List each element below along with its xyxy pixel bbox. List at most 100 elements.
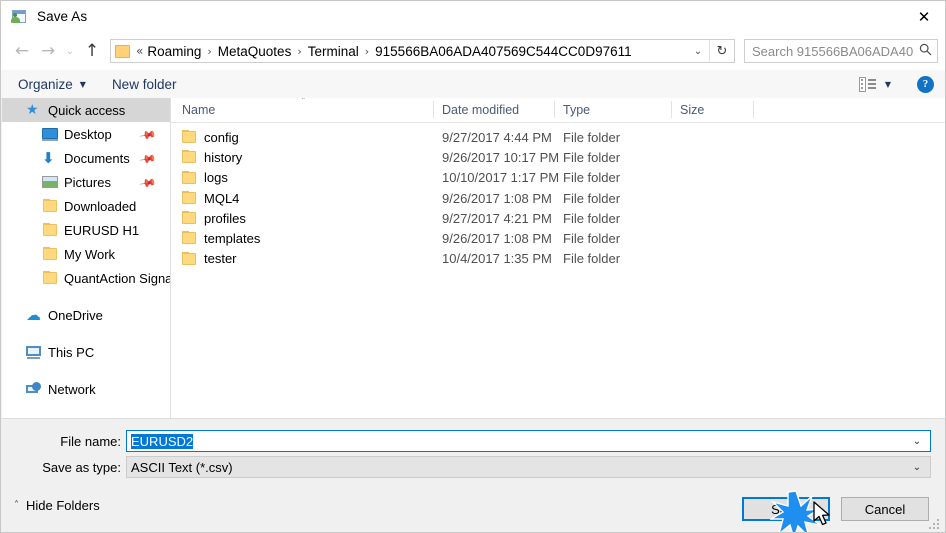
folder-icon — [182, 150, 197, 164]
chevron-right-icon: › — [364, 44, 370, 58]
save-as-type-label: Save as type: — [42, 459, 121, 475]
chevron-up-icon: ˄ — [14, 499, 19, 511]
folder-icon — [42, 222, 58, 238]
date-modified-cell: 9/26/2017 10:17 PM — [442, 149, 560, 165]
sidebar-item-quantaction-signal[interactable]: QuantAction Signal — [2, 266, 170, 290]
column-divider[interactable] — [671, 101, 672, 118]
chevron-down-icon[interactable]: ⌄ — [904, 462, 930, 473]
organize-button[interactable]: Organize ▼ — [11, 71, 93, 97]
change-view-icon[interactable] — [858, 76, 876, 92]
file-name-cell: profiles — [204, 210, 246, 226]
navigation-bar: ← → ⌄ ↑ « Roaming › MetaQuotes › Termina… — [1, 32, 945, 70]
column-divider[interactable] — [433, 101, 434, 118]
organize-label: Organize — [18, 76, 73, 92]
back-button[interactable]: ← — [9, 38, 35, 64]
new-folder-button[interactable]: New folder — [105, 71, 184, 97]
file-name-cell: templates — [204, 231, 261, 247]
sidebar-item-label: Quick access — [48, 102, 126, 118]
help-button[interactable]: ? — [917, 75, 934, 93]
folder-icon — [182, 231, 197, 245]
computer-icon — [26, 344, 42, 360]
sidebar-item-pictures[interactable]: Pictures 📌 — [2, 170, 170, 194]
sidebar-item-this-pc[interactable]: This PC — [2, 340, 170, 364]
column-divider[interactable] — [554, 101, 555, 118]
file-name-cell: history — [204, 149, 243, 165]
search-placeholder: Search 915566BA06ADA40756... — [752, 43, 913, 59]
save-as-type-row: Save as type: ASCII Text (*.csv) ⌄ — [2, 456, 945, 478]
sidebar-item-quick-access[interactable]: ★ Quick access — [2, 98, 170, 122]
recent-locations-icon[interactable]: ⌄ — [61, 38, 79, 64]
column-header-date-modified[interactable]: Date modified — [442, 98, 519, 121]
resize-grip[interactable] — [929, 517, 941, 529]
sidebar-item-label: Documents — [64, 150, 130, 166]
sidebar-item-network[interactable]: Network — [2, 377, 170, 401]
table-row[interactable]: logs 10/10/2017 1:17 PM File folder — [171, 168, 945, 188]
table-row[interactable]: config 9/27/2017 4:44 PM File folder — [171, 127, 945, 147]
file-name-label: File name: — [60, 433, 121, 449]
table-row[interactable]: history 9/26/2017 10:17 PM File folder — [171, 147, 945, 167]
file-name-input[interactable]: EURUSD2 ⌄ — [126, 430, 931, 452]
pin-icon[interactable]: 📌 — [138, 126, 157, 145]
desktop-icon — [42, 126, 58, 142]
column-header-size[interactable]: Size — [680, 98, 704, 121]
sidebar-item-label: Desktop — [64, 126, 112, 142]
search-input[interactable]: Search 915566BA06ADA40756... — [744, 39, 938, 63]
hide-folders-button[interactable]: ˄ Hide Folders — [14, 494, 100, 516]
navigation-pane[interactable]: ★ Quick access Desktop 📌 ⬇ Documents 📌 P… — [2, 98, 170, 418]
sidebar-item-downloaded[interactable]: Downloaded — [2, 194, 170, 218]
sidebar-item-documents[interactable]: ⬇ Documents 📌 — [2, 146, 170, 170]
folder-icon — [182, 190, 197, 205]
folder-icon — [42, 198, 58, 214]
column-header-name[interactable]: Name — [182, 98, 215, 121]
save-form: File name: EURUSD2 ⌄ Save as type: ASCII… — [2, 418, 945, 493]
window-title: Save As — [37, 9, 88, 24]
up-button[interactable]: ↑ — [79, 38, 105, 64]
view-chevron-down-icon[interactable]: ▼ — [885, 80, 891, 89]
sort-ascending-icon: ˄ — [301, 98, 306, 107]
table-row[interactable]: templates 9/26/2017 1:08 PM File folder — [171, 228, 945, 248]
breadcrumb-terminal[interactable]: Terminal — [308, 44, 359, 59]
documents-download-icon: ⬇ — [42, 149, 55, 167]
sidebar-item-onedrive[interactable]: ☁ OneDrive — [2, 303, 170, 327]
hide-folders-label: Hide Folders — [26, 497, 100, 513]
save-button[interactable]: Save — [742, 497, 830, 521]
table-row[interactable]: tester 10/4/2017 1:35 PM File folder — [171, 249, 945, 269]
save-as-type-select[interactable]: ASCII Text (*.csv) ⌄ — [126, 456, 931, 478]
chevron-right-icon: › — [207, 44, 212, 58]
type-cell: File folder — [563, 190, 621, 206]
file-name-row: File name: EURUSD2 ⌄ — [2, 430, 945, 452]
command-bar-right: ▼ ? — [858, 75, 934, 93]
pin-icon[interactable]: 📌 — [138, 150, 157, 169]
column-header-type[interactable]: Type — [563, 98, 590, 121]
date-modified-cell: 9/26/2017 1:08 PM — [442, 190, 552, 206]
type-cell: File folder — [563, 149, 621, 165]
forward-button[interactable]: → — [35, 38, 61, 64]
address-bar[interactable]: « Roaming › MetaQuotes › Terminal › 9155… — [110, 39, 735, 63]
address-dropdown-icon[interactable]: ⌄ — [687, 46, 709, 57]
table-row[interactable]: MQL4 9/26/2017 1:08 PM File folder — [171, 188, 945, 208]
breadcrumb-metaquotes[interactable]: MetaQuotes — [218, 44, 292, 59]
breadcrumb-current-folder[interactable]: 915566BA06ADA407569C544CC0D97611 — [375, 44, 631, 59]
pin-icon[interactable]: 📌 — [138, 174, 157, 193]
type-cell: File folder — [563, 210, 621, 226]
cancel-button[interactable]: Cancel — [841, 497, 929, 521]
sidebar-item-label: EURUSD H1 — [64, 222, 140, 238]
breadcrumb-roaming[interactable]: Roaming — [147, 44, 201, 59]
close-icon[interactable]: ✕ — [901, 1, 945, 32]
sidebar-item-eurusd-h1[interactable]: EURUSD H1 — [2, 218, 170, 242]
refresh-icon[interactable]: ↻ — [710, 44, 734, 59]
save-as-type-value: ASCII Text (*.csv) — [131, 459, 233, 475]
file-list-pane[interactable]: ˄ Name Date modified Type Size config 9/… — [171, 98, 945, 418]
folder-icon — [182, 170, 197, 185]
dialog-footer: ˄ Hide Folders Save Cancel — [2, 492, 945, 532]
new-folder-label: New folder — [111, 76, 177, 92]
sidebar-item-label: My Work — [64, 246, 116, 262]
sidebar-item-my-work[interactable]: My Work — [2, 242, 170, 266]
chevron-down-icon[interactable]: ⌄ — [904, 436, 930, 447]
sidebar-item-desktop[interactable]: Desktop 📌 — [2, 122, 170, 146]
column-divider[interactable] — [753, 101, 754, 118]
file-name-cell: tester — [204, 251, 237, 267]
table-row[interactable]: profiles 9/27/2017 4:21 PM File folder — [171, 208, 945, 228]
breadcrumb-overflow-icon[interactable]: « — [130, 44, 147, 58]
